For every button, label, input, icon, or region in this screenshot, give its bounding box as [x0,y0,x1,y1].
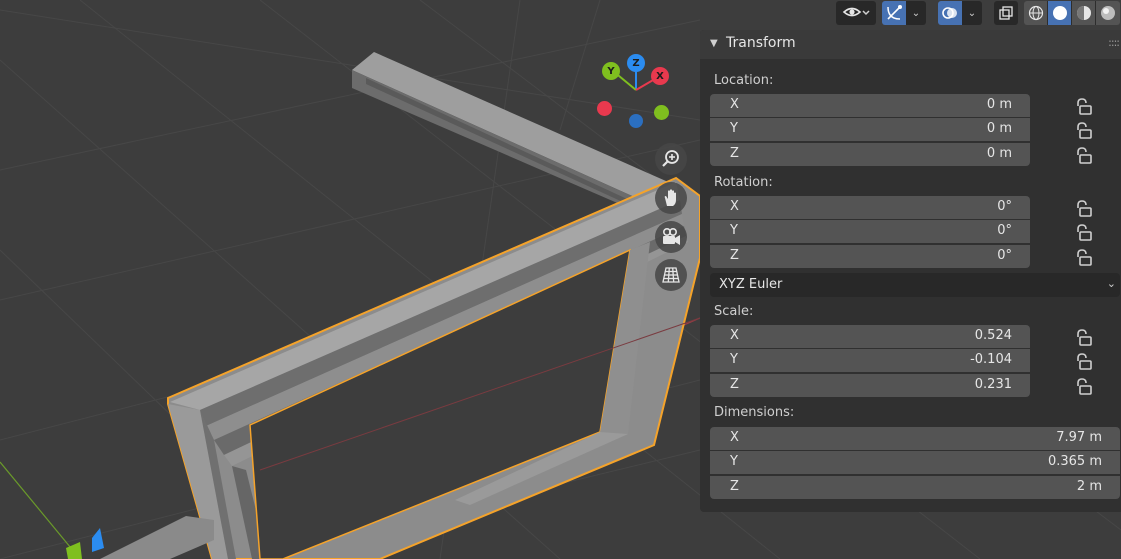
rotation-mode-dropdown[interactable]: XYZ Euler ⌄ [710,273,1120,297]
panel-header[interactable]: ▼ Transform :::: [700,30,1121,59]
field-label: Z [730,248,739,263]
dimensions-z-field[interactable]: Z 2 m [710,476,1120,499]
location-z-field[interactable]: Z 0 m [710,143,1030,166]
rotation-label: Rotation: [714,175,773,190]
field-value: 0° [997,223,1012,238]
field-value: 0.365 m [1047,454,1102,469]
rendered-icon[interactable] [1096,1,1120,25]
field-value: 0 m [986,121,1012,136]
gizmo-toggle-group[interactable]: ⌄ [882,0,926,26]
material-preview-icon[interactable] [1072,1,1096,25]
lock-icon[interactable] [1073,147,1093,165]
drag-handle-icon[interactable]: :::: [1108,36,1120,49]
gizmo-neg-y-axis[interactable] [654,105,669,120]
location-x-field[interactable]: X 0 m [710,94,1030,117]
field-label: Z [730,146,739,161]
field-label: Z [730,479,739,494]
rotation-mode-value: XYZ Euler [719,277,783,292]
panel-title: Transform [726,35,796,51]
field-value: -0.104 [970,352,1012,367]
field-label: X [730,430,739,445]
rotation-x-field[interactable]: X 0° [710,196,1030,219]
overlay-toggle-group[interactable]: ⌄ [938,0,982,26]
selected-frame [167,176,701,559]
wireframe-icon[interactable] [1024,1,1048,25]
dimensions-label: Dimensions: [714,405,795,420]
zoom-icon[interactable] [655,143,687,175]
location-label: Location: [714,73,774,88]
grid-icon[interactable] [655,259,687,291]
field-value: 0° [997,248,1012,263]
xray-icon[interactable] [994,1,1018,25]
gizmo-dropdown-chevron-icon[interactable]: ⌄ [906,1,926,25]
field-value: 0° [997,199,1012,214]
field-label: Z [730,377,739,392]
field-value: 7.97 m [1056,430,1102,445]
scale-y-field[interactable]: Y -0.104 [710,349,1030,372]
field-value: 0.524 [974,328,1012,343]
field-label: X [730,328,739,343]
gizmo-z-axis[interactable]: Z [627,54,645,72]
lock-icon[interactable] [1073,98,1093,116]
pan-icon[interactable] [655,182,687,214]
rotation-z-field[interactable]: Z 0° [710,245,1030,268]
lock-icon[interactable] [1073,378,1093,396]
field-label: Y [730,223,738,238]
lock-icon[interactable] [1073,200,1093,218]
solid-icon[interactable] [1048,1,1072,25]
field-label: X [730,97,739,112]
lock-icon[interactable] [1073,353,1093,371]
field-value: 0.231 [974,377,1012,392]
collapse-triangle-icon[interactable]: ▼ [710,38,718,49]
shading-mode-group[interactable] [1024,0,1120,26]
gizmo-icon[interactable] [882,1,906,25]
dimensions-y-field[interactable]: Y 0.365 m [710,451,1120,474]
overlays-icon[interactable] [938,1,962,25]
field-value: 2 m [1076,479,1102,494]
lock-icon[interactable] [1073,224,1093,242]
y-axis-line [0,461,81,559]
blender-3d-viewport: ⌄ ⌄ Z Y X ▼ Transform:::: Location: X 0… [0,0,1121,559]
field-label: Y [730,454,738,469]
dimensions-x-field[interactable]: X 7.97 m [710,427,1120,450]
transform-panel: ▼ Transform :::: Location: X 0 m Y 0 m Z… [700,30,1121,512]
scale-x-field[interactable]: X 0.524 [710,325,1030,348]
gizmo-y-axis[interactable]: Y [602,62,620,80]
lock-icon[interactable] [1073,249,1093,267]
field-label: Y [730,121,738,136]
gizmo-neg-x-axis[interactable] [597,101,612,116]
overlays-dropdown-chevron-icon[interactable]: ⌄ [962,1,982,25]
gizmo-x-axis[interactable]: X [651,67,669,85]
camera-icon[interactable] [655,221,687,253]
lock-icon[interactable] [1073,122,1093,140]
gizmo-neg-z-axis[interactable] [629,114,643,128]
location-y-field[interactable]: Y 0 m [710,118,1030,141]
field-label: X [730,199,739,214]
scale-z-field[interactable]: Z 0.231 [710,374,1030,397]
lock-icon[interactable] [1073,329,1093,347]
eye-icon[interactable] [836,1,876,25]
field-label: Y [730,352,738,367]
chevron-down-icon: ⌄ [1106,277,1116,290]
rotation-y-field[interactable]: Y 0° [710,220,1030,243]
lower-rail-fragment [66,516,214,559]
field-value: 0 m [986,146,1012,161]
scale-label: Scale: [714,304,754,319]
visibility-dropdown[interactable] [836,0,876,26]
field-value: 0 m [986,97,1012,112]
xray-toggle[interactable] [994,0,1018,26]
